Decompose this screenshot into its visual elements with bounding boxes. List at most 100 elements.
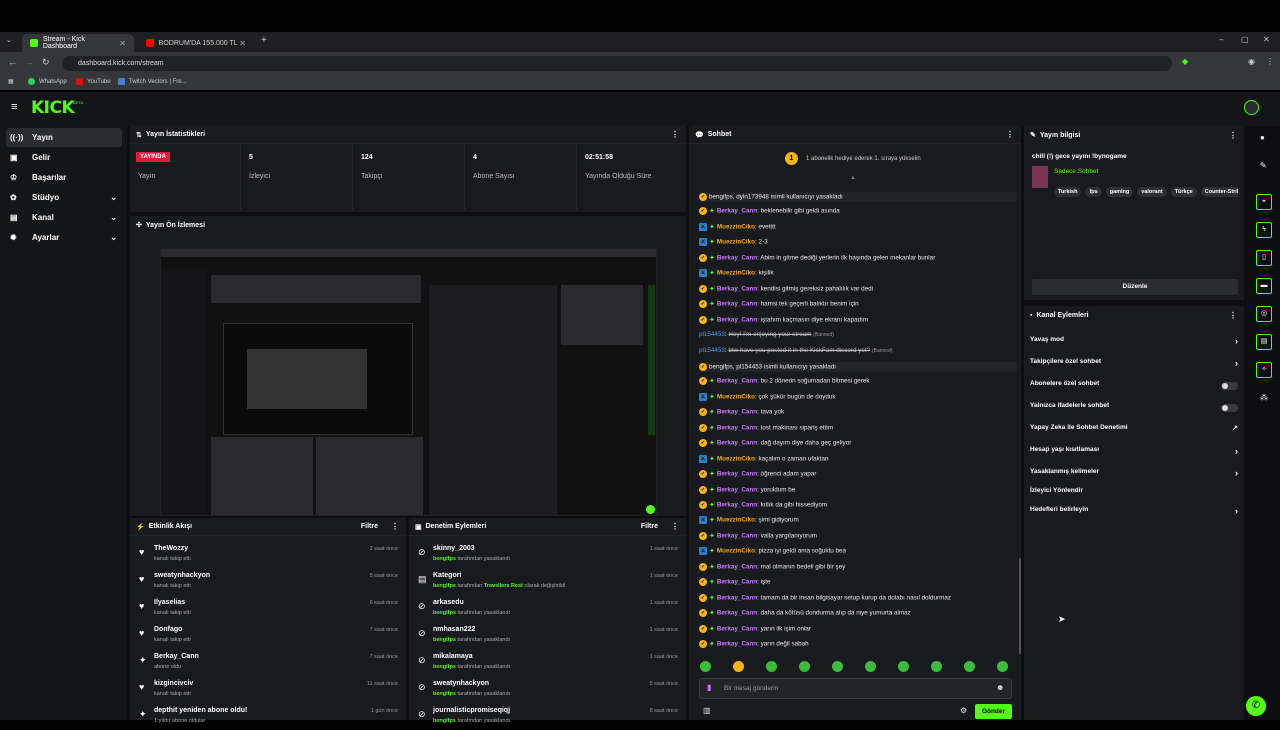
share-icon[interactable]: ⁂ bbox=[1260, 393, 1268, 402]
minimize-icon[interactable]: – bbox=[1219, 35, 1223, 44]
chat-username[interactable]: Berkay_Cann bbox=[717, 440, 757, 447]
chat-username[interactable]: Berkay_Cann bbox=[717, 378, 757, 385]
tag[interactable]: Turkish bbox=[1054, 187, 1082, 197]
edit-button[interactable]: Düzenle bbox=[1032, 279, 1238, 295]
tag[interactable]: gaming bbox=[1105, 187, 1134, 197]
activity-name[interactable]: Donfago bbox=[154, 626, 182, 633]
action-followers-only[interactable]: Takipçilere özel sohbet › bbox=[1030, 358, 1238, 374]
chat-username[interactable]: Berkay_Cann bbox=[717, 424, 757, 431]
moderation-target[interactable]: journalisticpromiseqiqj bbox=[433, 707, 510, 714]
activity-name[interactable]: Ilyaselias bbox=[154, 599, 185, 606]
more-icon[interactable]: ⋮ bbox=[1006, 130, 1014, 139]
more-icon[interactable]: ⋮ bbox=[671, 522, 679, 531]
chat-username[interactable]: Berkay_Cann bbox=[717, 625, 757, 632]
back-icon[interactable]: ← bbox=[8, 57, 17, 67]
chat-username[interactable]: Berkay_Cann bbox=[717, 502, 757, 509]
emote-icon[interactable] bbox=[964, 661, 975, 672]
activity-name[interactable]: sweatynhackyon bbox=[154, 572, 210, 579]
sidebar-item-yayin[interactable]: ((·)) Yayın bbox=[6, 128, 122, 147]
extension-icon[interactable]: ◆ bbox=[1182, 57, 1188, 66]
more-icon[interactable]: ⋮ bbox=[1229, 311, 1237, 320]
chat-username[interactable]: Berkay_Cann bbox=[717, 486, 757, 493]
chat-fab-icon[interactable]: ✆ bbox=[1246, 696, 1266, 716]
forward-icon[interactable]: → bbox=[25, 57, 34, 67]
moderation-target[interactable]: arkasedu bbox=[433, 599, 464, 606]
sidebar-item-gelir[interactable]: ▣ Gelir bbox=[6, 148, 122, 167]
emote-icon[interactable] bbox=[931, 661, 942, 672]
chat-username[interactable]: Berkay_Cann bbox=[717, 610, 757, 617]
avatar[interactable] bbox=[1244, 100, 1259, 115]
window-close-icon[interactable]: ✕ bbox=[1263, 35, 1270, 44]
more-icon[interactable]: ⋮ bbox=[391, 522, 399, 531]
chat-username[interactable]: Berkay_Cann bbox=[717, 471, 757, 478]
tag[interactable]: Türkçe bbox=[1170, 187, 1197, 197]
activity-name[interactable]: kizgincivciv bbox=[154, 680, 193, 687]
subscribers-only-toggle[interactable] bbox=[1221, 382, 1238, 390]
edit-icon[interactable]: ✎ bbox=[1260, 161, 1267, 170]
bookmark-whatsapp[interactable]: WhatsApp bbox=[28, 78, 67, 85]
chat-username[interactable]: Berkay_Cann bbox=[717, 208, 757, 215]
menu-icon[interactable]: ⋮ bbox=[1266, 57, 1274, 66]
pin-icon[interactable]: ⩡ bbox=[851, 175, 855, 183]
moderation-target[interactable]: sweatynhackyon bbox=[433, 680, 489, 687]
moderator-name[interactable]: bengifps bbox=[433, 583, 456, 589]
emote-icon[interactable] bbox=[898, 661, 909, 672]
filter-button[interactable]: Filtre bbox=[361, 523, 378, 530]
close-icon[interactable]: ✕ bbox=[239, 39, 246, 48]
emote-icon[interactable] bbox=[733, 661, 744, 672]
chat-settings-icon[interactable]: ⚙ bbox=[960, 706, 967, 715]
filter-button[interactable]: Filtre bbox=[641, 523, 658, 530]
chat-username[interactable]: MuezzinCiko bbox=[717, 394, 755, 401]
profile-icon[interactable]: ◉ bbox=[1248, 57, 1255, 66]
moderation-target[interactable]: nmhasan222 bbox=[433, 626, 475, 633]
action-ai-moderation[interactable]: Yapay Zeka ile Sohbet Denetimi ↗ bbox=[1030, 424, 1238, 440]
bookmark-youtube[interactable]: YouTube bbox=[76, 78, 111, 85]
tab-search-icon[interactable]: ⌄ bbox=[6, 36, 12, 44]
chat-username[interactable]: Berkay_Cann bbox=[717, 285, 757, 292]
apps-icon[interactable]: ▦ bbox=[8, 78, 14, 85]
info-icon[interactable]: ● bbox=[1260, 133, 1265, 142]
tag[interactable]: fps bbox=[1085, 187, 1102, 197]
chat-username[interactable]: Berkay_Cann bbox=[717, 316, 757, 323]
tag[interactable]: valorant bbox=[1137, 187, 1167, 197]
chat-username[interactable]: Berkay_Cann bbox=[717, 563, 757, 570]
url-field[interactable]: dashboard.kick.com/stream bbox=[62, 56, 1172, 71]
more-icon[interactable]: ⋮ bbox=[1229, 131, 1237, 140]
activity-name[interactable]: Berkay_Cann bbox=[154, 653, 199, 660]
kick-logo[interactable]: KICK bbox=[31, 98, 75, 118]
toolbar-broadcast-icon[interactable]: ◎ bbox=[1256, 306, 1272, 322]
category-name[interactable]: Sadece Sohbet bbox=[1054, 168, 1098, 175]
close-icon[interactable]: ✕ bbox=[119, 39, 126, 48]
action-host[interactable]: İzleyici Yönlendir bbox=[1030, 487, 1238, 503]
sidebar-item-studyo[interactable]: ✿ Stüdyo ⌄ bbox=[6, 188, 122, 207]
action-account-age[interactable]: Hesap yaşı kısıtlaması › bbox=[1030, 446, 1238, 462]
chat-username[interactable]: MuezzinCiko bbox=[717, 239, 755, 246]
moderator-name[interactable]: bengifps bbox=[433, 664, 456, 670]
chat-username[interactable]: pl154453 bbox=[699, 331, 725, 338]
chat-username[interactable]: MuezzinCiko bbox=[717, 548, 755, 555]
activity-name[interactable]: depthit yeniden abone oldu! bbox=[154, 707, 247, 714]
chat-username[interactable]: MuezzinCiko bbox=[717, 270, 755, 277]
chat-username[interactable]: MuezzinCiko bbox=[717, 517, 755, 524]
moderator-name[interactable]: bengifps bbox=[433, 718, 456, 724]
moderation-target[interactable]: skinny_2003 bbox=[433, 545, 475, 552]
toolbar-document-icon[interactable]: ▯ bbox=[1256, 250, 1272, 266]
chat-identity-icon[interactable]: ▮ bbox=[707, 683, 711, 692]
activity-name[interactable]: TheWozzy bbox=[154, 545, 188, 552]
emote-icon[interactable] bbox=[766, 661, 777, 672]
send-button[interactable]: Gönder bbox=[975, 704, 1012, 719]
browser-tab-kick[interactable]: Stream - Kick Dashboard ✕ bbox=[22, 34, 134, 52]
sidebar-item-ayarlar[interactable]: ✹ Ayarlar ⌄ bbox=[6, 228, 122, 247]
emote-icon[interactable] bbox=[997, 661, 1008, 672]
emote-icon[interactable] bbox=[832, 661, 843, 672]
tag[interactable]: Counter-Strike bbox=[1200, 187, 1238, 197]
category-name[interactable]: Travellers Rest bbox=[484, 583, 523, 589]
toolbar-wrench-icon[interactable]: ✧ bbox=[1256, 362, 1272, 378]
browser-tab-youtube[interactable]: BODRUM'DA 155.000 TL HESA ✕ bbox=[138, 34, 254, 52]
chat-scrollbar[interactable] bbox=[1019, 558, 1021, 654]
emoji-icon[interactable]: ☻ bbox=[996, 683, 1004, 692]
stream-preview-video[interactable] bbox=[160, 248, 657, 516]
more-icon[interactable]: ⋮ bbox=[671, 130, 679, 139]
moderator-name[interactable]: bengifps bbox=[433, 691, 456, 697]
chat-username[interactable]: Berkay_Cann bbox=[717, 409, 757, 416]
